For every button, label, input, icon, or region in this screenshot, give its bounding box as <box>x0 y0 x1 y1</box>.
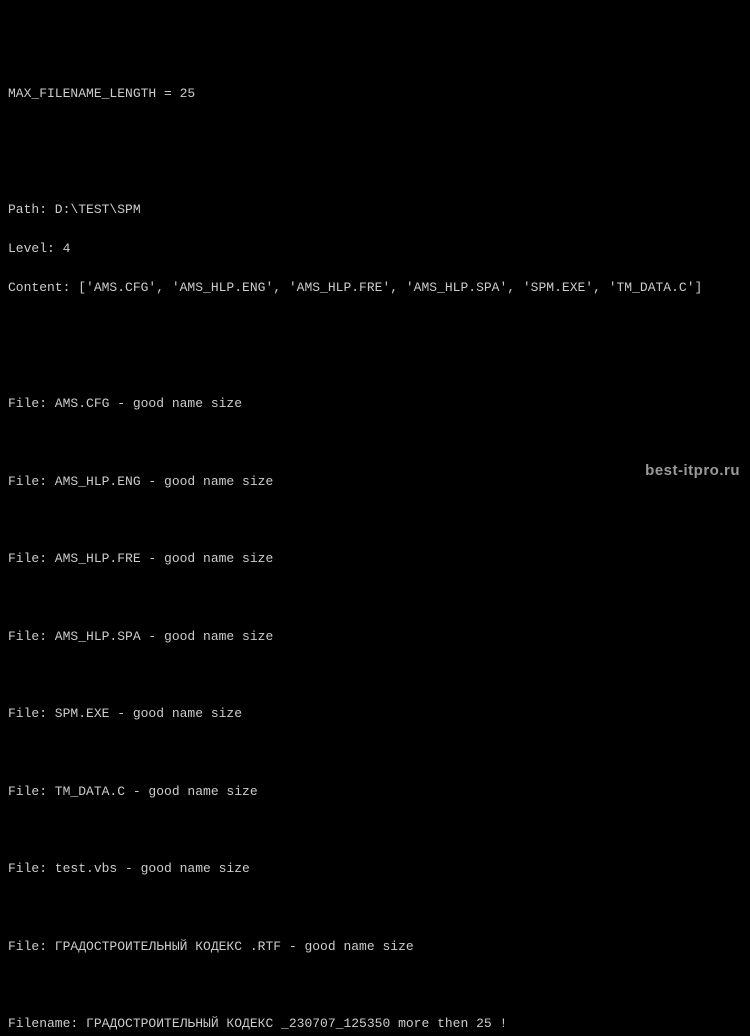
file-status-line: File: test.vbs - good name size <box>8 859 742 879</box>
level-line: Level: 4 <box>8 239 742 259</box>
blank-line <box>8 123 742 142</box>
blank-line <box>8 356 742 375</box>
file-status-line: File: AMS_HLP.SPA - good name size <box>8 627 742 647</box>
filename-warning-line: Filename: ГРАДОСТРОИТЕЛЬНЫЙ КОДЕКС _2307… <box>8 1014 742 1034</box>
file-status-line: File: AMS.CFG - good name size <box>8 394 742 414</box>
blank-line <box>8 976 742 995</box>
file-status-line: File: ГРАДОСТРОИТЕЛЬНЫЙ КОДЕКС .RTF - go… <box>8 937 742 957</box>
max-filename-length-line: MAX_FILENAME_LENGTH = 25 <box>8 84 742 104</box>
blank-line <box>8 511 742 530</box>
file-status-line: File: SPM.EXE - good name size <box>8 704 742 724</box>
blank-line <box>8 666 742 685</box>
blank-line <box>8 743 742 762</box>
blank-line <box>8 821 742 840</box>
watermark-text: best-itpro.ru <box>645 460 740 483</box>
file-status-line: File: AMS_HLP.ENG - good name size <box>8 472 742 492</box>
blank-line <box>8 588 742 607</box>
blank-line <box>8 433 742 452</box>
path-line: Path: D:\TEST\SPM <box>8 200 742 220</box>
blank-line <box>8 162 742 181</box>
blank-line <box>8 898 742 917</box>
blank-line <box>8 317 742 336</box>
file-status-line: File: TM_DATA.C - good name size <box>8 782 742 802</box>
file-status-line: File: AMS_HLP.FRE - good name size <box>8 549 742 569</box>
content-line: Content: ['AMS.CFG', 'AMS_HLP.ENG', 'AMS… <box>8 278 742 298</box>
